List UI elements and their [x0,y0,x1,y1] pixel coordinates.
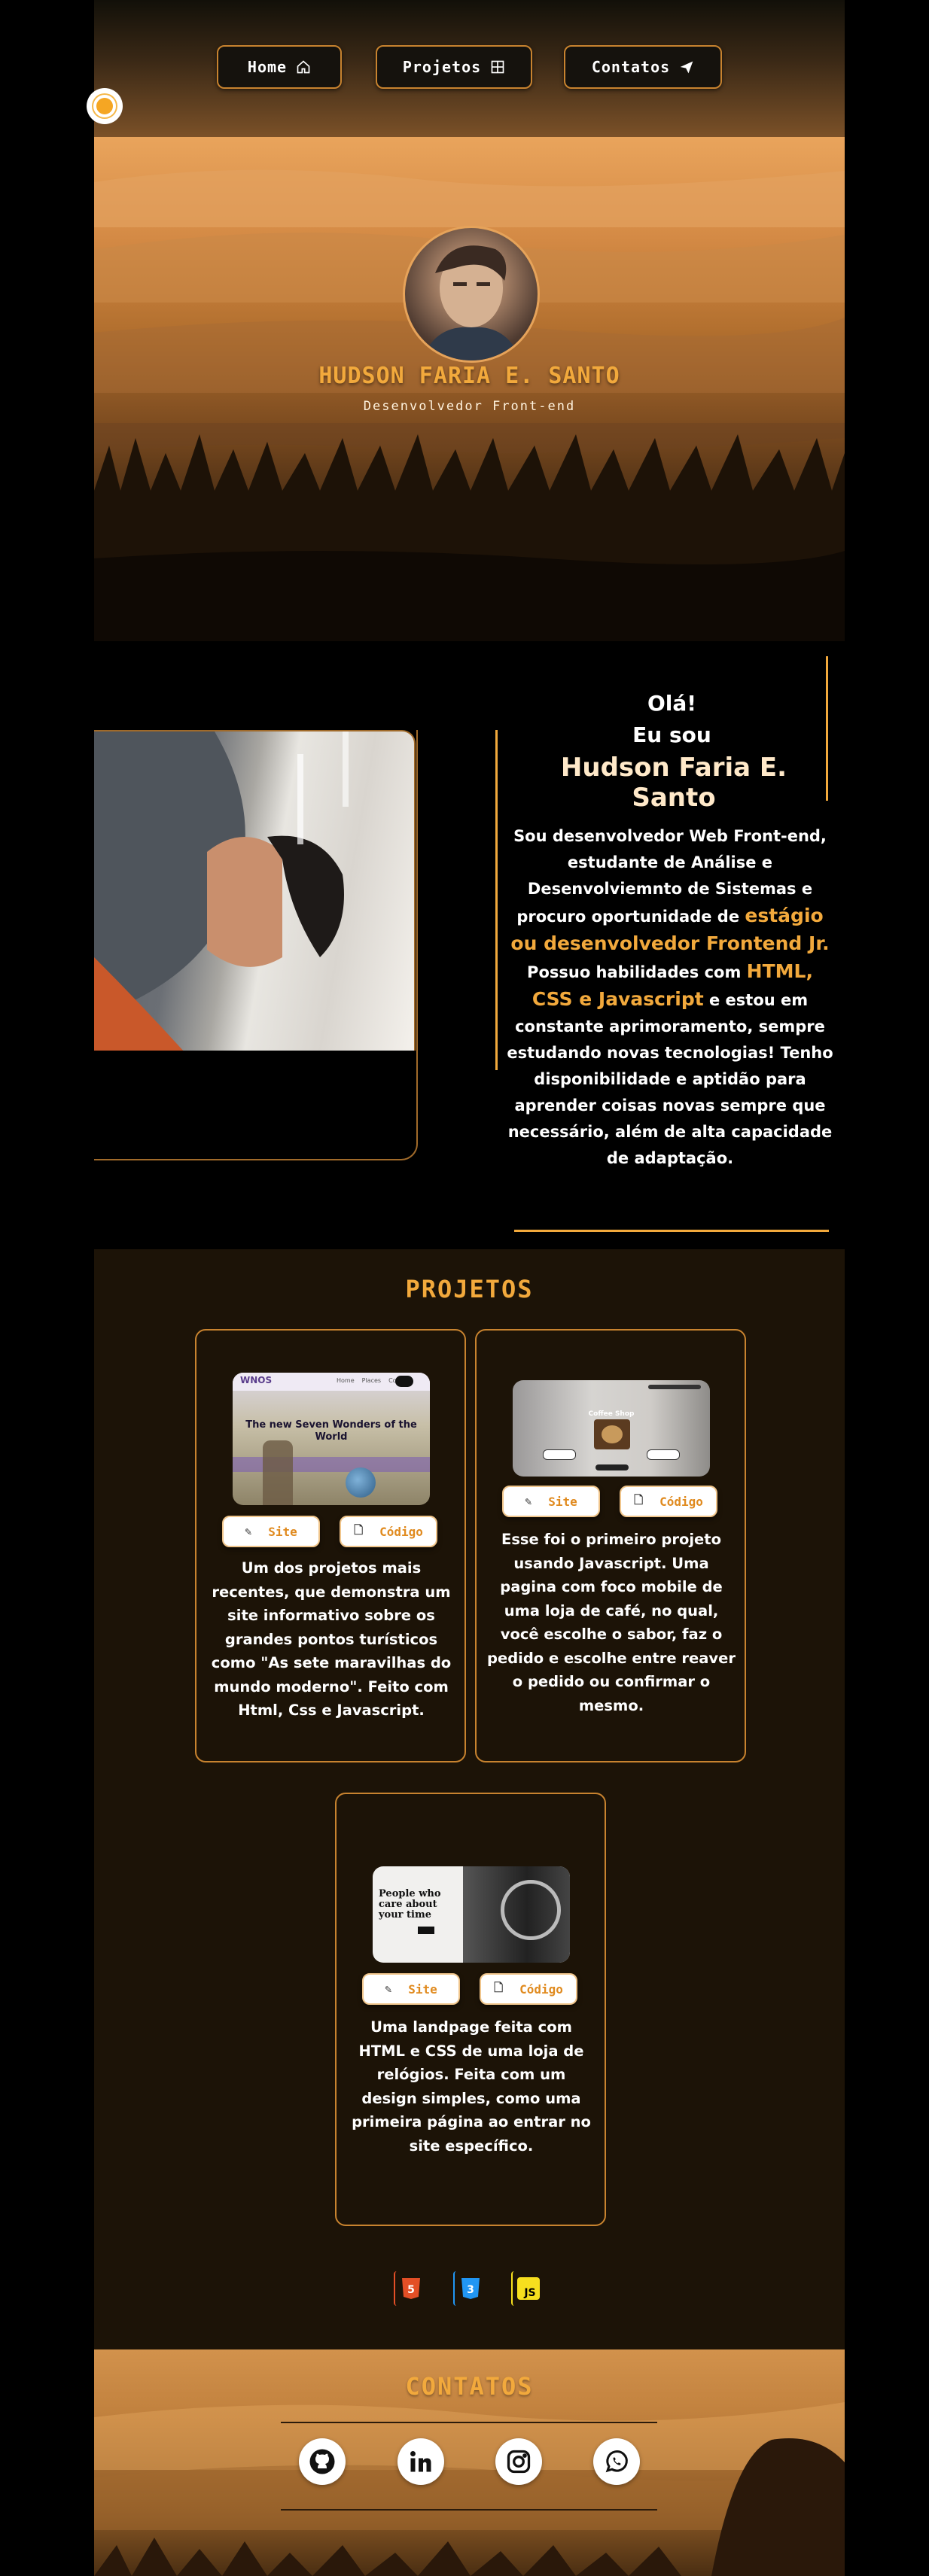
whatsapp-icon [605,2450,628,2473]
github-link[interactable] [299,2438,346,2485]
site-button[interactable]: ✎ Site [502,1486,600,1517]
top-bar: Home Projetos Contatos [94,0,845,137]
link-icon: ✎ [245,1525,252,1538]
photo-frame [94,730,418,1160]
send-icon [680,61,693,74]
nav-projects-label: Projetos [402,58,482,76]
site-label: Site [408,1981,437,1997]
page: Home Projetos Contatos HUDSON FARIA E. S… [87,0,845,2576]
thumb-nav-places: Places [361,1377,382,1384]
js-icon: JS [511,2271,544,2306]
hero-name: HUDSON FARIA E. SANTO [318,363,620,389]
site-button[interactable]: ✎ Site [222,1516,320,1547]
nav-contacts-label: Contatos [591,58,671,76]
github-icon [309,2449,335,2474]
code-button[interactable]: 🗋 Código [620,1486,717,1517]
main-nav: Home Projetos Contatos [94,45,845,90]
thumb-heading: Coffee Shop [588,1410,635,1418]
instagram-link[interactable] [495,2438,542,2485]
sun-icon [96,98,113,114]
whatsapp-link[interactable] [593,2438,640,2485]
about-greeting: Olá! Eu sou [512,688,832,751]
misty-forest-background [94,169,845,641]
projects-title: PROJETOS [405,1275,534,1303]
project-actions: ✎ Site 🗋 Código [502,1486,728,1519]
thumb-nav-home: Home [337,1377,355,1384]
contacts-divider-bottom [281,2509,657,2511]
theme-toggle-button[interactable] [87,88,123,124]
hero-section: HUDSON FARIA E. SANTO Desenvolvedor Fron… [94,137,845,641]
nav-home-label: Home [247,58,288,76]
project-actions: ✎ Site 🗋 Código [222,1516,448,1549]
greeting-text: Olá! [647,691,697,716]
project-description: Esse foi o primeiro projeto usando Javas… [487,1531,736,1714]
projects-section: PROJETOS WNOS Home Places Contact The ne… [94,1249,845,2349]
project-card: WNOS Home Places Contact The new Seven W… [195,1329,466,1762]
project-thumbnail[interactable]: Coffee Shop [513,1380,710,1477]
about-bio: Sou desenvolvedor Web Front-end, estudan… [504,823,836,1172]
project-thumbnail[interactable]: People who care about your time [373,1866,570,1963]
project-card: Coffee Shop ✎ Site 🗋 Código Esse foi o p… [475,1329,746,1762]
instagram-icon [507,2450,531,2474]
thumb-heading: The new Seven Wonders of the World [245,1419,417,1443]
home-icon [297,60,310,74]
contacts-title: CONTATOS [405,2372,534,2401]
bio-part-3: e estou em constante aprimoramento, semp… [507,991,833,1167]
css3-label: 3 [467,2284,474,2296]
code-label: Código [519,1981,563,1997]
site-label: Site [268,1524,297,1539]
link-icon: ✎ [385,1982,392,1996]
contacts-divider-top [281,2422,657,2423]
about-section: Olá! Eu sou Hudson Faria E. Santo Sou de… [94,641,845,1249]
site-button[interactable]: ✎ Site [362,1973,460,2005]
code-label: Código [379,1524,423,1539]
project-thumbnail[interactable]: WNOS Home Places Contact The new Seven W… [233,1373,430,1505]
project-card: People who care about your time ✎ Site 🗋… [335,1793,606,2226]
hero-role: Desenvolvedor Front-end [363,399,576,414]
nav-projects-button[interactable]: Projetos [376,45,532,89]
thumb-brand: WNOS [240,1375,273,1385]
code-button[interactable]: 🗋 Código [340,1516,437,1547]
bio-part-2: Possuo habilidades com [527,963,742,981]
intro-text: Eu sou [632,722,711,747]
linkedin-link[interactable] [397,2438,444,2485]
grid-icon [491,60,504,74]
js-label: JS [523,2287,535,2299]
document-icon: 🗋 [354,1522,364,1537]
code-label: Código [659,1494,703,1509]
document-icon: 🗋 [634,1492,644,1507]
avatar [403,226,540,363]
contacts-section: CONTATOS [94,2349,845,2576]
about-accent-line-bottom [514,1230,829,1232]
css3-icon: 3 [453,2271,486,2306]
html5-label: 5 [407,2284,415,2296]
site-label: Site [548,1494,577,1509]
linkedin-icon [410,2451,431,2472]
html5-icon: 5 [394,2271,427,2306]
project-description: Um dos projetos mais recentes, que demon… [211,1559,452,1719]
document-icon: 🗋 [494,1980,504,1994]
profile-photo [94,730,416,1051]
thumb-heading: People who care about your time [379,1888,441,1921]
about-accent-line-left [495,730,498,1070]
nav-contacts-button[interactable]: Contatos [564,45,722,89]
link-icon: ✎ [525,1495,532,1508]
code-button[interactable]: 🗋 Código [480,1973,577,2005]
project-actions: ✎ Site 🗋 Código [362,1973,588,2006]
nav-home-button[interactable]: Home [217,45,342,89]
project-description: Uma landpage feita com HTML e CSS de uma… [352,2018,591,2155]
about-full-name: Hudson Faria E. Santo [560,753,787,813]
